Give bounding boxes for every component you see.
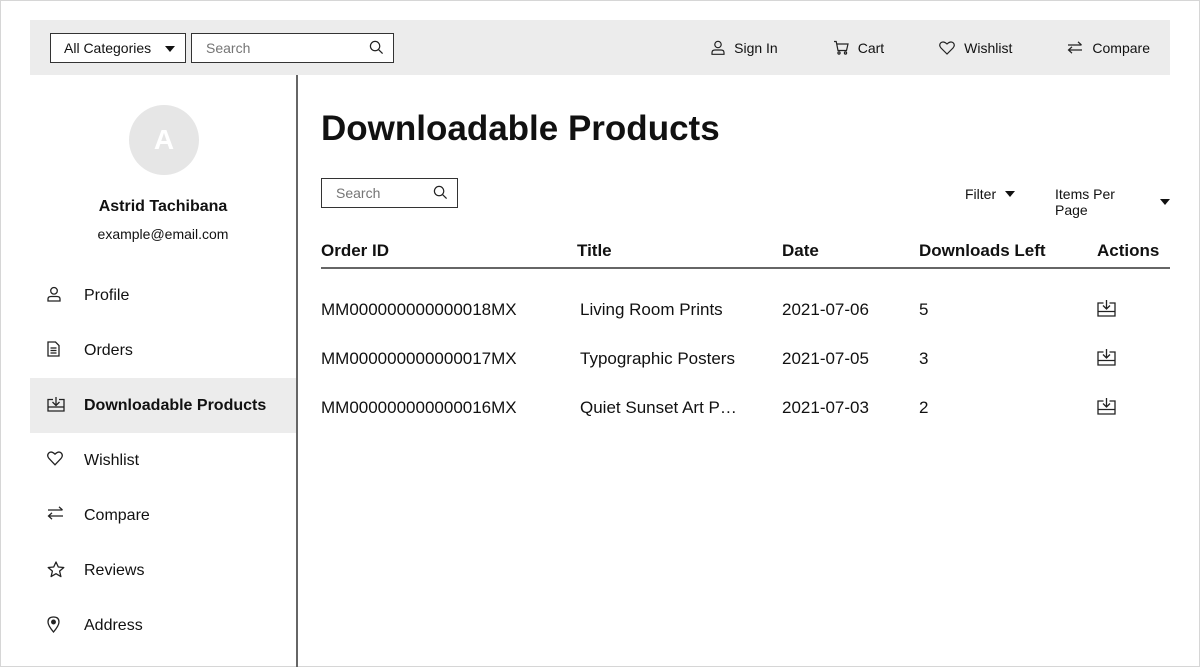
compare-arrows-icon [47,506,63,520]
search-icon[interactable] [369,40,384,60]
column-header-order-id: Order ID [321,241,390,260]
date-cell: 2021-07-06 [782,300,869,319]
user-email: example@email.com [97,226,229,242]
compare-arrows-icon [1068,41,1083,54]
user-icon [47,286,61,302]
filter-dropdown[interactable]: Filter [965,186,1016,202]
column-header-date: Date [782,241,819,260]
sign-in-label: Sign In [734,39,778,56]
column-header-actions: Actions [1097,241,1160,260]
title-cell: Quiet Sunset Art Print [580,398,740,417]
sidebar-item-label: Address [84,616,143,634]
items-per-page-dropdown[interactable]: Items Per Page [1055,186,1170,218]
compare-label: Compare [1092,39,1150,56]
sidebar-item-orders[interactable]: Orders [30,323,296,378]
top-bar: All Categories Sign In Cart Wishlist Com… [30,20,1170,75]
heart-icon [47,451,63,466]
sidebar-item-label: Compare [84,506,150,524]
products-search-input[interactable] [336,179,426,207]
top-search-input[interactable] [206,34,356,62]
sidebar-item-label: Reviews [84,561,145,579]
top-search-box [191,33,394,63]
order-id-cell: MM000000000000016MX [321,398,517,417]
sidebar-item-label: Wishlist [84,451,140,469]
sidebar-item-downloadable-products[interactable]: Downloadable Products [30,378,296,433]
download-icon[interactable] [1097,397,1116,420]
star-icon [47,561,65,578]
caret-down-icon [165,46,175,52]
wishlist-label: Wishlist [964,39,1013,56]
heart-icon [939,40,956,55]
user-name: Astrid Tachibana [98,198,228,215]
page-title: Downloadable Products [321,109,720,148]
sidebar-divider [296,75,298,667]
wishlist-link[interactable]: Wishlist [939,40,1012,56]
products-search-box [321,178,458,208]
category-select[interactable]: All Categories [50,33,186,63]
account-nav: Profile Orders Downloadable Products Wis… [30,268,296,653]
table-header: Order ID Title Date Downloads Left Actio… [321,239,1170,269]
category-select-label: All Categories [64,40,152,56]
sidebar-item-label: Downloadable Products [84,396,267,414]
sidebar-item-reviews[interactable]: Reviews [30,543,296,598]
table-body: MM000000000000018MX Living Room Prints 2… [321,297,1170,444]
items-per-page-label: Items Per Page [1055,186,1115,218]
cart-link[interactable]: Cart [833,40,884,56]
download-icon[interactable] [1097,299,1116,322]
date-cell: 2021-07-05 [782,349,869,368]
filter-label: Filter [965,186,997,202]
document-icon [47,341,60,357]
title-cell: Typographic Posters [580,349,735,368]
order-id-cell: MM000000000000017MX [321,349,517,368]
account-sidebar: A Astrid Tachibana example@email.com Pro… [30,75,296,667]
download-icon[interactable] [1097,348,1116,371]
downloads-left-cell: 3 [919,349,929,368]
title-cell: Living Room Prints [580,300,723,319]
order-id-cell: MM000000000000018MX [321,300,517,319]
downloads-left-cell: 5 [919,300,929,319]
caret-down-icon [1005,191,1016,197]
user-icon [711,40,725,55]
sidebar-item-wishlist[interactable]: Wishlist [30,433,296,488]
download-icon [47,397,65,412]
caret-down-icon [1160,199,1170,205]
sidebar-item-profile[interactable]: Profile [30,268,296,323]
date-cell: 2021-07-03 [782,398,869,417]
cart-label: Cart [857,39,885,56]
sign-in-link[interactable]: Sign In [711,40,778,56]
sidebar-item-address[interactable]: Address [30,598,296,653]
column-header-title: Title [577,241,612,260]
search-icon[interactable] [433,185,448,205]
sidebar-item-label: Orders [84,341,133,359]
sidebar-item-compare[interactable]: Compare [30,488,296,543]
cart-icon [833,40,849,55]
compare-link[interactable]: Compare [1067,40,1150,56]
column-header-downloads-left: Downloads Left [919,241,1046,260]
table-row: MM000000000000017MX Typographic Posters … [321,346,1170,395]
top-links: Sign In Cart Wishlist Compare [711,20,1150,75]
sidebar-item-label: Profile [84,286,130,304]
location-pin-icon [47,616,60,633]
table-row: MM000000000000018MX Living Room Prints 2… [321,297,1170,346]
avatar: A [129,105,199,175]
downloads-left-cell: 2 [919,398,929,417]
table-row: MM000000000000016MX Quiet Sunset Art Pri… [321,395,1170,444]
